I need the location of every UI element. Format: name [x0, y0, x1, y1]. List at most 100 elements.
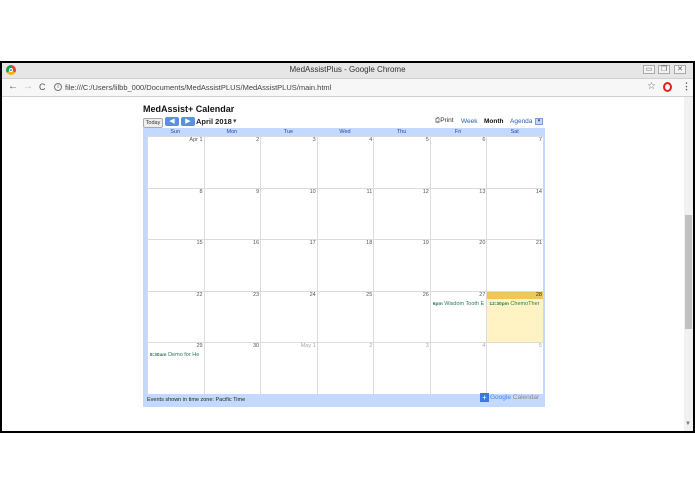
url-field[interactable]: file:///C:/Users/lilbb_000/Documents/Med…	[65, 83, 331, 92]
day-cell[interactable]: 17	[260, 239, 317, 291]
day-cell[interactable]: 13	[429, 187, 487, 240]
day-number: 30	[253, 343, 260, 350]
month-grid: Apr 1 2 3 4 5 6 7 8 9 10 11 12 13 14 15 16 17 18 19 20 21 22 2…	[147, 136, 543, 394]
calendar-event[interactable]: 8:30am Demo for He	[150, 352, 203, 359]
opera-extension-icon[interactable]	[663, 82, 672, 92]
forward-icon[interactable]: →	[23, 82, 33, 92]
day-cell[interactable]: 10	[260, 187, 317, 240]
day-cell[interactable]: 16	[203, 239, 261, 291]
event-title: ChemoTher	[510, 300, 540, 307]
day-cell[interactable]: 3	[260, 136, 317, 188]
day-number: 13	[479, 188, 486, 195]
weekday-label: Mon	[226, 129, 238, 135]
day-cell[interactable]: 9	[203, 187, 261, 240]
browser-menu-icon[interactable]: ⋮	[682, 81, 691, 92]
day-cell[interactable]: 15	[147, 239, 204, 291]
day-cell[interactable]: 4	[429, 342, 487, 394]
scrollbar-thumb[interactable]	[685, 215, 692, 329]
restore-button[interactable]: ❐	[658, 65, 670, 74]
day-number: 19	[422, 240, 429, 247]
day-cell[interactable]: 5	[373, 136, 430, 188]
day-number: 12	[422, 188, 429, 195]
day-cell[interactable]: 26	[373, 290, 430, 343]
tab-week[interactable]: Week	[461, 118, 478, 125]
day-cell[interactable]: 29 8:30am Demo for He	[147, 342, 204, 394]
day-cell[interactable]: 21	[486, 239, 543, 291]
day-cell[interactable]: 2	[203, 136, 261, 188]
day-cell[interactable]: 14	[486, 187, 543, 240]
google-brand: Google	[490, 394, 511, 401]
bookmark-star-icon[interactable]: ☆	[647, 81, 656, 92]
print-label: Print	[440, 117, 454, 124]
day-number: 6	[482, 137, 486, 143]
day-cell[interactable]: 3	[373, 342, 430, 394]
day-cell[interactable]: 20	[429, 239, 487, 291]
tab-agenda[interactable]: Agenda	[510, 118, 532, 125]
reload-icon[interactable]: C	[39, 82, 46, 92]
browser-window: MedAssistPlus - Google Chrome ▭ ❐ ✕ ← → …	[2, 63, 693, 431]
day-cell[interactable]: 5	[486, 342, 543, 394]
day-number: 3	[425, 343, 429, 350]
plus-icon: +	[480, 393, 489, 402]
day-cell[interactable]: 18	[316, 239, 374, 291]
view-dropdown-caret-icon[interactable]: ▾	[535, 118, 543, 125]
page-viewport: MedAssist+ Calendar Today ◀ ▶ April 2018…	[2, 97, 684, 431]
month-label: April 2018	[196, 117, 232, 126]
print-button[interactable]: ⎙Print	[435, 117, 454, 125]
day-cell[interactable]: 11	[316, 187, 374, 240]
day-cell[interactable]: 6	[429, 136, 487, 188]
back-icon[interactable]: ←	[8, 82, 18, 92]
day-cell[interactable]: 12	[373, 187, 430, 240]
address-bar: ← → C i file:///C:/Users/lilbb_000/Docum…	[2, 79, 693, 97]
day-cell[interactable]: 22	[147, 290, 204, 343]
timezone-note: Events shown in time zone: Pacific Time	[147, 397, 246, 403]
day-cell[interactable]: 25	[316, 290, 374, 343]
day-number: 4	[482, 343, 486, 350]
day-cell-today[interactable]: 28 12:30pm ChemoTher	[486, 290, 543, 343]
day-number: 20	[479, 240, 486, 247]
tab-month[interactable]: Month	[484, 118, 504, 125]
calendar-event[interactable]: 6pm Wisdom Tooth E	[433, 301, 486, 308]
close-button[interactable]: ✕	[674, 65, 686, 74]
weekday-label: Thu	[396, 129, 407, 135]
page-scrollbar[interactable]: ▼	[684, 97, 693, 431]
month-picker-caret-icon[interactable]: ▾	[233, 117, 237, 125]
minimize-button[interactable]: ▭	[643, 65, 655, 74]
calendar-brand: Calendar	[512, 394, 540, 401]
day-number: 2	[369, 343, 373, 350]
day-number: 24	[309, 291, 316, 298]
day-number: 29	[196, 343, 203, 350]
day-cell[interactable]: 7	[486, 136, 543, 188]
day-cell[interactable]: 2	[316, 342, 374, 394]
google-calendar-button[interactable]: + Google Calendar	[480, 393, 539, 403]
day-number: 4	[369, 137, 373, 143]
weekday-header: Sun Mon Tue Wed Thu Fri Sat	[147, 128, 543, 136]
day-number: 15	[196, 240, 203, 247]
day-number: 2	[256, 137, 260, 143]
day-cell[interactable]: 30	[203, 342, 261, 394]
weekday-label: Fri	[454, 129, 462, 135]
day-cell[interactable]: Apr 1	[147, 136, 204, 188]
day-cell[interactable]: 27 6pm Wisdom Tooth E	[429, 290, 487, 343]
event-time: 12:30pm	[489, 301, 509, 307]
day-cell[interactable]: 24	[260, 290, 317, 343]
day-number: 10	[309, 188, 316, 195]
info-icon[interactable]: i	[54, 83, 62, 91]
day-number: May 1	[300, 343, 316, 350]
day-cell[interactable]: 8	[147, 187, 204, 240]
calendar-event[interactable]: 12:30pm ChemoTher	[489, 301, 542, 308]
day-cell[interactable]: 23	[203, 290, 261, 343]
scroll-down-arrow-icon[interactable]: ▼	[685, 421, 691, 427]
weekday-label: Sat	[510, 129, 519, 135]
day-number: 14	[535, 188, 542, 195]
day-cell[interactable]: May 1	[260, 342, 317, 394]
day-number: 27	[479, 291, 486, 298]
event-time: 8:30am	[150, 353, 167, 359]
next-month-button[interactable]: ▶	[181, 117, 195, 126]
prev-month-button[interactable]: ◀	[165, 117, 179, 126]
day-cell[interactable]: 4	[316, 136, 374, 188]
day-cell[interactable]: 19	[373, 239, 430, 291]
today-button[interactable]: Today	[143, 118, 163, 128]
day-number: 16	[253, 240, 260, 247]
weekday-label: Wed	[339, 129, 351, 135]
